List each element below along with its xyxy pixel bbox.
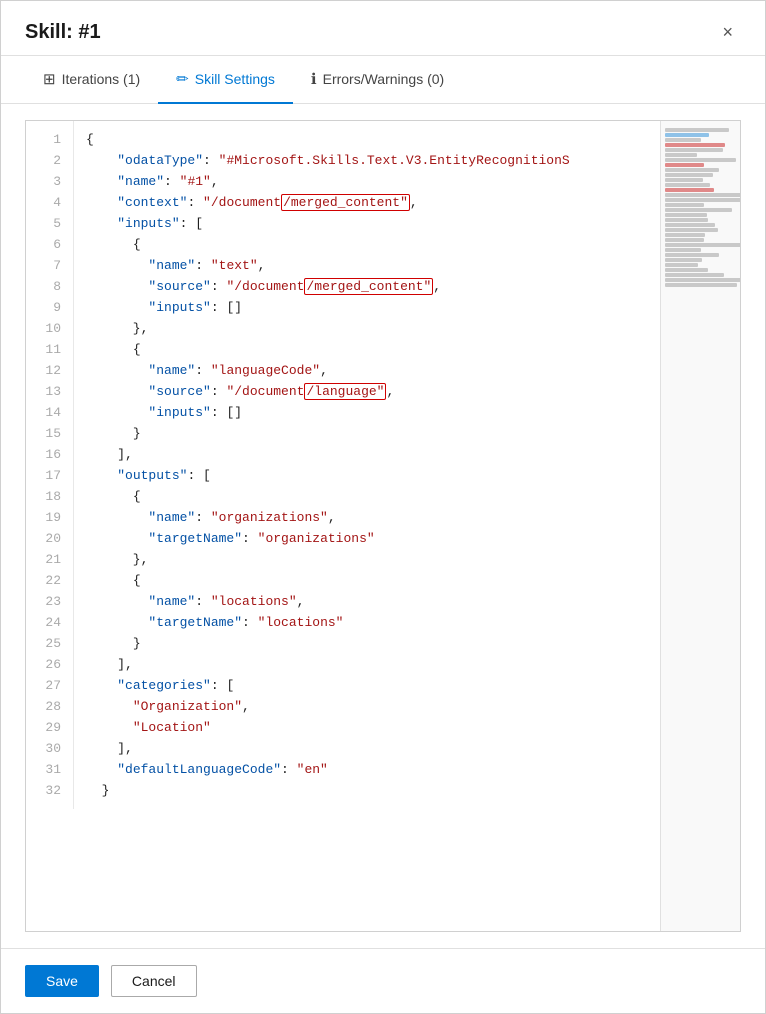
line-number: 28 — [26, 696, 73, 717]
line-number: 23 — [26, 591, 73, 612]
code-content[interactable]: { "odataType": "#Microsoft.Skills.Text.V… — [74, 121, 740, 809]
code-line: { — [86, 570, 728, 591]
code-editor[interactable]: 1234567891011121314151617181920212223242… — [25, 120, 741, 932]
code-line: "Location" — [86, 717, 728, 738]
code-line: "context": "/document/merged_content", — [86, 192, 728, 213]
minimap — [660, 121, 740, 931]
line-number: 9 — [26, 297, 73, 318]
code-line: "inputs": [] — [86, 297, 728, 318]
code-line: "source": "/document/merged_content", — [86, 276, 728, 297]
code-line: "name": "languageCode", — [86, 360, 728, 381]
line-number: 30 — [26, 738, 73, 759]
cancel-button[interactable]: Cancel — [111, 965, 197, 997]
dialog-title: Skill: #1 — [25, 21, 101, 44]
line-number: 11 — [26, 339, 73, 360]
code-line: "source": "/document/language", — [86, 381, 728, 402]
iterations-icon: ⊞ — [43, 70, 56, 88]
code-line: ], — [86, 738, 728, 759]
code-line: ], — [86, 444, 728, 465]
code-line: "odataType": "#Microsoft.Skills.Text.V3.… — [86, 150, 728, 171]
tab-skill-settings[interactable]: ✏ Skill Settings — [158, 56, 293, 104]
code-line: { — [86, 234, 728, 255]
tab-iterations[interactable]: ⊞ Iterations (1) — [25, 56, 158, 104]
code-line: "outputs": [ — [86, 465, 728, 486]
code-line: { — [86, 486, 728, 507]
code-line: "name": "text", — [86, 255, 728, 276]
line-number: 19 — [26, 507, 73, 528]
line-number: 13 — [26, 381, 73, 402]
code-line: "targetName": "organizations" — [86, 528, 728, 549]
line-number: 7 — [26, 255, 73, 276]
line-number: 14 — [26, 402, 73, 423]
code-line: "name": "#1", — [86, 171, 728, 192]
code-line: "targetName": "locations" — [86, 612, 728, 633]
line-number: 5 — [26, 213, 73, 234]
line-number: 10 — [26, 318, 73, 339]
code-line: "defaultLanguageCode": "en" — [86, 759, 728, 780]
save-button[interactable]: Save — [25, 965, 99, 997]
code-line: }, — [86, 318, 728, 339]
line-number: 20 — [26, 528, 73, 549]
line-number: 27 — [26, 675, 73, 696]
code-line: } — [86, 780, 728, 801]
code-line: "Organization", — [86, 696, 728, 717]
line-number: 2 — [26, 150, 73, 171]
tab-errors-warnings[interactable]: ℹ Errors/Warnings (0) — [293, 56, 462, 104]
code-line: "inputs": [] — [86, 402, 728, 423]
code-line: } — [86, 633, 728, 654]
line-number: 12 — [26, 360, 73, 381]
line-number: 26 — [26, 654, 73, 675]
code-line: { — [86, 129, 728, 150]
line-number: 8 — [26, 276, 73, 297]
code-line: }, — [86, 549, 728, 570]
code-line: "name": "organizations", — [86, 507, 728, 528]
line-number: 25 — [26, 633, 73, 654]
code-line: "inputs": [ — [86, 213, 728, 234]
code-line: } — [86, 423, 728, 444]
dialog-header: Skill: #1 × — [1, 1, 765, 56]
dialog-footer: Save Cancel — [1, 948, 765, 1013]
code-line: "name": "locations", — [86, 591, 728, 612]
tab-bar: ⊞ Iterations (1) ✏ Skill Settings ℹ Erro… — [1, 56, 765, 104]
close-button[interactable]: × — [714, 19, 741, 45]
line-number: 6 — [26, 234, 73, 255]
tab-iterations-label: Iterations (1) — [62, 71, 141, 87]
line-number: 24 — [26, 612, 73, 633]
line-number: 32 — [26, 780, 73, 801]
line-number: 22 — [26, 570, 73, 591]
line-number: 17 — [26, 465, 73, 486]
code-line: "categories": [ — [86, 675, 728, 696]
minimap-content — [661, 121, 740, 294]
skill-dialog: Skill: #1 × ⊞ Iterations (1) ✏ Skill Set… — [0, 0, 766, 1014]
line-number: 1 — [26, 129, 73, 150]
line-number: 21 — [26, 549, 73, 570]
tab-skill-settings-label: Skill Settings — [195, 71, 275, 87]
code-line: ], — [86, 654, 728, 675]
errors-icon: ℹ — [311, 70, 317, 88]
code-line: { — [86, 339, 728, 360]
skill-settings-icon: ✏ — [176, 70, 189, 88]
line-number: 4 — [26, 192, 73, 213]
line-number: 3 — [26, 171, 73, 192]
line-number: 31 — [26, 759, 73, 780]
tab-errors-label: Errors/Warnings (0) — [323, 71, 445, 87]
line-number: 15 — [26, 423, 73, 444]
line-numbers: 1234567891011121314151617181920212223242… — [26, 121, 74, 809]
line-number: 16 — [26, 444, 73, 465]
line-number: 29 — [26, 717, 73, 738]
line-number: 18 — [26, 486, 73, 507]
